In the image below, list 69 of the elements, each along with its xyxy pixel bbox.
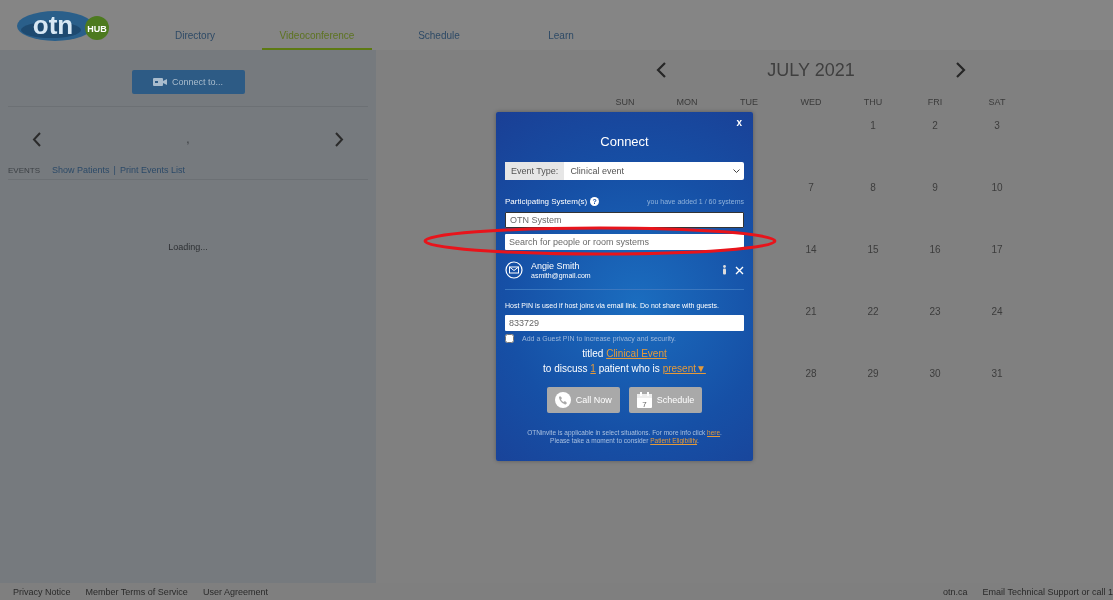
connect-button[interactable]: Connect to... [131,70,245,94]
participant-name: Angie Smith [531,261,581,271]
calendar-day[interactable]: 9 [904,182,966,244]
person-icon [722,265,727,275]
phone-icon [554,392,571,408]
schedule-button[interactable]: 7 Schedule [628,387,703,413]
calendar-day[interactable]: 23 [904,306,966,368]
calendar-day[interactable]: 2 [904,120,966,182]
previous-month-icon[interactable] [656,62,667,78]
nav-tab[interactable]: Learn [506,0,616,50]
calendar-day[interactable]: 10 [966,182,1028,244]
weekday-label: FRI [926,96,944,109]
weekday-label: MON [675,96,699,109]
calendar-day[interactable]: 24 [966,306,1028,368]
calendar-day[interactable]: 17 [966,244,1028,306]
calendar-day[interactable]: 8 [842,182,904,244]
calendar-day[interactable]: 22 [842,306,904,368]
nav-tab[interactable]: Schedule [384,0,494,50]
calendar-icon: 7 [636,392,652,408]
footer-link[interactable]: User Agreement [202,586,268,597]
patient-count-link[interactable]: 1 [590,363,596,374]
discuss-sentence: to discuss 1 patient who is present▼ [542,363,707,374]
calendar-day[interactable]: 28 [780,368,842,430]
participants-label: Participating System(s) [505,197,588,206]
next-icon[interactable] [335,131,344,147]
event-type-select[interactable]: Event Type: Clinical event [505,162,744,180]
search-field[interactable]: Search for people or room systems [505,234,744,250]
remove-icon[interactable] [735,265,744,275]
calendar-day[interactable]: 7 [780,182,842,244]
footer-link[interactable]: otn.ca [943,586,968,597]
calendar-day[interactable]: 15 [842,244,904,306]
guest-pin-checkbox[interactable] [505,334,514,343]
show-patients-link[interactable]: Show Patients [52,165,110,175]
calendar-day[interactable]: 30 [904,368,966,430]
calendar-day[interactable]: 16 [904,244,966,306]
system-field[interactable]: OTN System [505,212,744,228]
footer-link[interactable]: Email Technical Support or call 1 [982,586,1113,597]
month-title: JULY 2021 [767,59,855,81]
calendar-day[interactable]: 29 [842,368,904,430]
events-label: EVENTS [8,165,40,175]
nav-tab[interactable]: Directory [140,0,250,50]
call-now-button[interactable]: Call Now [546,387,620,413]
print-events-link[interactable]: Print Events List [119,165,185,175]
dialog-title: Connect [600,134,649,149]
video-camera-icon [153,78,167,86]
presence-link[interactable]: present▼ [662,363,706,374]
pin-field[interactable]: 833729 [505,315,744,331]
next-month-icon[interactable] [955,62,966,78]
title-sentence: titled Clinical Event [581,348,668,359]
calendar-day[interactable]: 3 [966,120,1028,182]
footer-link[interactable]: Privacy Notice [13,586,71,597]
chevron-down-icon [733,168,740,174]
separator: | [113,165,116,175]
calendar-day[interactable]: 14 [780,244,842,306]
calendar-day[interactable]: 31 [966,368,1028,430]
calendar-day[interactable]: 21 [780,306,842,368]
weekday-label: THU [862,96,884,109]
previous-icon[interactable] [32,131,41,147]
footer-link[interactable]: Member Terms of Service [85,586,188,597]
date-label: , [186,132,190,146]
weekday-label: SAT [987,96,1007,109]
close-button[interactable]: x [734,118,744,128]
weekday-label: WED [799,96,823,109]
loading-text: Loading... [168,242,208,252]
event-title-link[interactable]: Clinical Event [606,348,667,359]
weekday-label: TUE [739,96,759,109]
calendar-day[interactable]: 1 [842,120,904,182]
weekday-label: SUN [614,96,636,109]
mail-icon [505,261,523,279]
